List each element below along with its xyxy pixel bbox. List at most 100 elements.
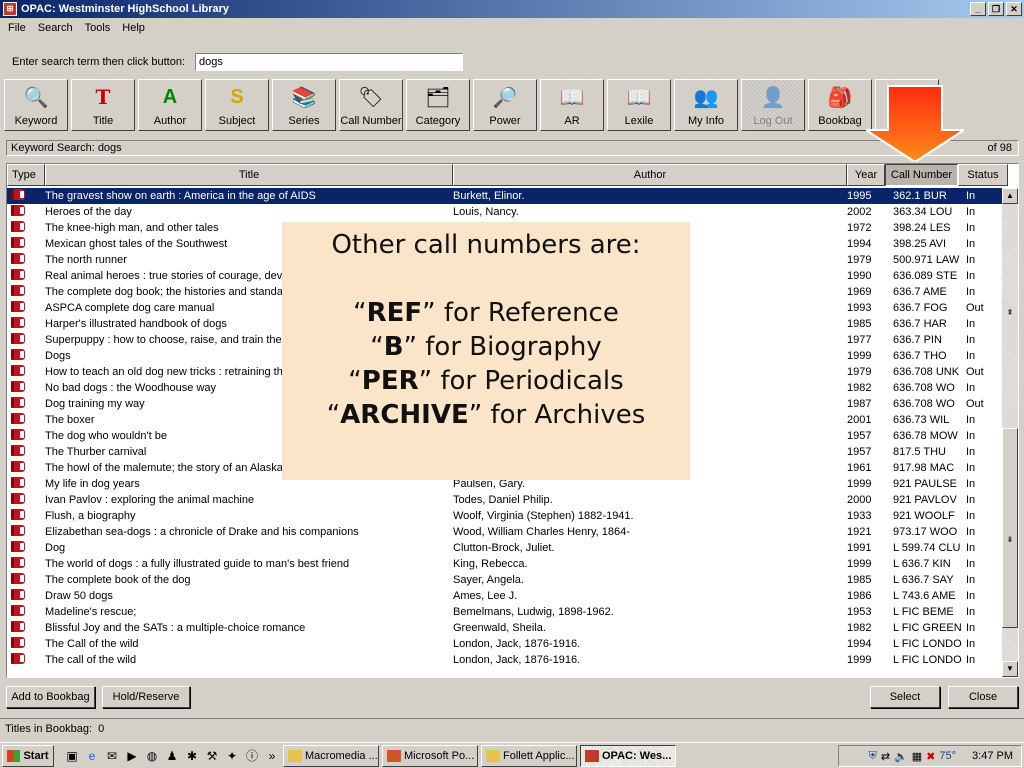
year-cell: 1985: [847, 574, 872, 586]
type-cell: [7, 637, 45, 651]
info-icon[interactable]: ⓘ: [244, 748, 260, 764]
ar-reader-icon: 📖: [559, 86, 585, 109]
subject-button[interactable]: S Subject: [205, 79, 269, 131]
overlay-code-per: PER: [361, 366, 419, 396]
my-info-button[interactable]: 👥 My Info: [674, 79, 738, 131]
type-cell: [7, 333, 45, 347]
start-button[interactable]: Start: [2, 744, 54, 767]
globe-icon[interactable]: ◍: [144, 748, 160, 764]
title-button[interactable]: T Title: [71, 79, 135, 131]
outlook-icon[interactable]: ✉: [104, 748, 120, 764]
log-out-button[interactable]: 👤 Log Out: [741, 79, 805, 131]
category-button[interactable]: 🗂 Category: [406, 79, 470, 131]
menu-tools[interactable]: Tools: [79, 22, 117, 34]
series-button[interactable]: 📚 Series: [272, 79, 336, 131]
task-powerpoint[interactable]: Microsoft Po...: [382, 744, 478, 767]
status-cell: In: [966, 286, 976, 298]
table-row[interactable]: The gravest show on earth : America in t…: [7, 188, 1002, 204]
vertical-scrollbar[interactable]: ▲ ⇞ ⇟ ▼: [1002, 188, 1018, 677]
table-row[interactable]: The complete book of the dog Sayer, Angel…: [7, 572, 1002, 588]
maximize-button[interactable]: ❐: [988, 2, 1004, 16]
task-follett[interactable]: Follett Applic...: [481, 744, 577, 767]
menu-search[interactable]: Search: [32, 22, 79, 34]
column-header-author[interactable]: Author: [453, 164, 847, 186]
type-cell: [7, 525, 45, 539]
scroll-thumb[interactable]: [1002, 428, 1018, 628]
call-number-cell: L FIC BEME: [893, 606, 954, 618]
book-icon: [11, 557, 25, 568]
column-header-call-number[interactable]: Call Number: [885, 164, 958, 186]
table-row[interactable]: Dog Clutton-Brock, Juliet. 1991 L 599.74 CL…: [7, 540, 1002, 556]
year-cell: 1979: [847, 366, 872, 378]
network-tray-icon[interactable]: ⇄: [881, 750, 890, 763]
status-cell: In: [966, 254, 976, 266]
clock[interactable]: 3:47 PM: [972, 750, 1013, 762]
kaleidoscope-icon[interactable]: ✦: [224, 748, 240, 764]
lexile-button[interactable]: 📖 Lexile: [607, 79, 671, 131]
close-button[interactable]: Close: [948, 686, 1018, 708]
call-number-cell: L 743.6 AME: [893, 590, 956, 602]
system-tray: ⛨ ⇄ 🔈 ▦ ✖ 75° 3:47 PM: [838, 745, 1022, 767]
tools-icon[interactable]: ⚒: [204, 748, 220, 764]
close-window-button[interactable]: ✕: [1006, 2, 1022, 16]
keyword-button[interactable]: 🔍 Keyword: [4, 79, 68, 131]
app-icon: ⊞: [3, 2, 17, 16]
task-macromedia[interactable]: Macromedia ...: [283, 744, 379, 767]
task-opac[interactable]: OPAC: Wes...: [580, 744, 676, 767]
hold-reserve-button[interactable]: Hold/Reserve: [102, 686, 190, 708]
power-button[interactable]: 🔎 Power: [473, 79, 537, 131]
table-row[interactable]: The call of the wild London, Jack, 1876-1…: [7, 652, 1002, 668]
table-row[interactable]: The Call of the wild London, Jack, 1876-1…: [7, 636, 1002, 652]
column-header-title[interactable]: Title: [45, 164, 453, 186]
column-header-type[interactable]: Type: [7, 164, 45, 186]
volume-icon[interactable]: 🔈: [894, 750, 908, 763]
status-cell: In: [966, 638, 976, 650]
select-button[interactable]: Select: [870, 686, 940, 708]
call-number-cell: 636.7 HAR: [893, 318, 947, 330]
author-cell: Clutton-Brock, Juliet.: [453, 542, 555, 554]
status-cell: Out: [966, 398, 984, 410]
internet-explorer-icon[interactable]: e: [84, 748, 100, 764]
overlay-line-per: “PER” for Periodicals: [348, 366, 624, 396]
ar-button[interactable]: 📖 AR: [540, 79, 604, 131]
scroll-up-button[interactable]: ▲: [1002, 188, 1018, 204]
media-player-icon[interactable]: ▶: [124, 748, 140, 764]
menu-help[interactable]: Help: [116, 22, 151, 34]
column-header-status[interactable]: Status: [958, 164, 1008, 186]
subject-letter-icon: S: [230, 85, 244, 108]
table-row[interactable]: Flush, a biography Woolf, Virginia (Steph…: [7, 508, 1002, 524]
table-row[interactable]: Draw 50 dogs Ames, Lee J. 1986 L 743.6 AME I…: [7, 588, 1002, 604]
powerpoint-app-icon: [387, 749, 401, 762]
network-icon[interactable]: ✱: [184, 748, 200, 764]
author-button[interactable]: A Author: [138, 79, 202, 131]
show-desktop-icon[interactable]: ▣: [64, 748, 80, 764]
column-header-year[interactable]: Year: [847, 164, 885, 186]
scroll-page-up-icon[interactable]: ⇞: [1002, 306, 1018, 322]
search-input[interactable]: [195, 53, 464, 71]
table-row[interactable]: Madeline's rescue; Bemelmans, Ludwig, 189…: [7, 604, 1002, 620]
author-cell: Wood, William Charles Henry, 1864-: [453, 526, 630, 538]
table-row[interactable]: Blissful Joy and the SATs : a multiple-c…: [7, 620, 1002, 636]
bookbag-button[interactable]: 🎒 Bookbag: [808, 79, 872, 131]
menu-file[interactable]: File: [2, 22, 32, 34]
shield-icon[interactable]: ⛨: [869, 750, 877, 763]
book-icon: [11, 653, 25, 664]
figure-icon[interactable]: ♟: [164, 748, 180, 764]
call-number-button[interactable]: 🏷 Call Number: [339, 79, 403, 131]
computer-icon[interactable]: ▦: [912, 750, 922, 763]
scroll-page-down-icon[interactable]: ⇟: [1002, 533, 1018, 549]
table-row[interactable]: Elizabethan sea-dogs : a chronicle of Dr…: [7, 524, 1002, 540]
add-to-bookbag-button[interactable]: Add to Bookbag: [6, 686, 95, 708]
subject-button-label: Subject: [218, 115, 256, 127]
window-controls: _ ❐ ✕: [970, 2, 1022, 16]
more-quicklaunch-icon[interactable]: »: [264, 748, 280, 764]
window-title-bar[interactable]: ⊞ OPAC: Westminster HighSchool Library _…: [0, 0, 1024, 18]
table-row[interactable]: The world of dogs : a fully illustrated …: [7, 556, 1002, 572]
type-cell: [7, 269, 45, 283]
disconnect-icon[interactable]: ✖: [926, 750, 935, 763]
scroll-down-button[interactable]: ▼: [1002, 661, 1018, 677]
table-row[interactable]: Ivan Pavlov : exploring the animal machi…: [7, 492, 1002, 508]
minimize-button[interactable]: _: [970, 2, 986, 16]
table-row[interactable]: Heroes of the day Louis, Nancy. 2002 363.34…: [7, 204, 1002, 220]
title-cell: Blissful Joy and the SATs : a multiple-c…: [45, 622, 306, 634]
